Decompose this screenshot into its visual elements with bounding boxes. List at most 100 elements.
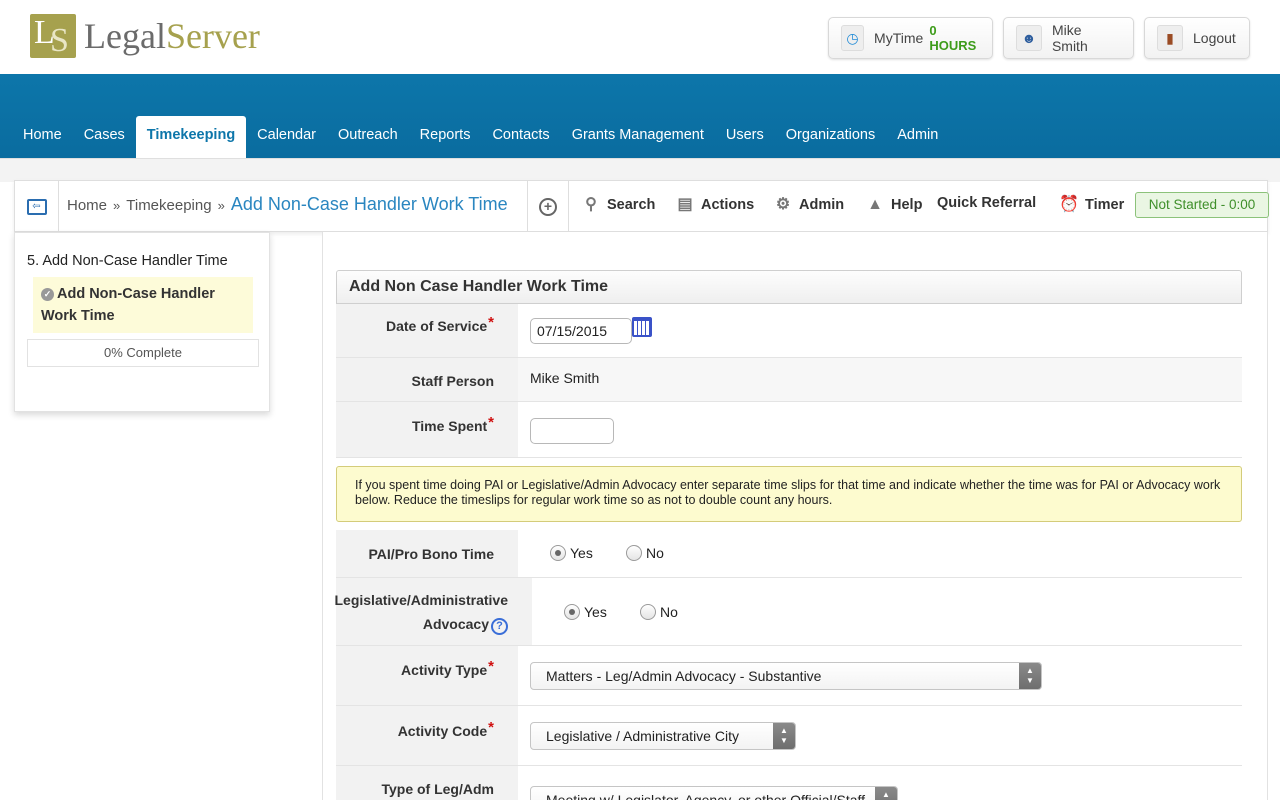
nav-organizations[interactable]: Organizations bbox=[775, 116, 886, 158]
plus-circle-icon: + bbox=[539, 198, 557, 216]
nav-calendar[interactable]: Calendar bbox=[246, 116, 327, 158]
nav-timekeeping[interactable]: Timekeeping bbox=[135, 116, 247, 158]
leg-adm-type-select[interactable]: Meeting w/ Legislator, Agency, or other … bbox=[530, 786, 898, 800]
select-arrows-icon: ▲▼ bbox=[773, 723, 795, 749]
radio-unselected-icon bbox=[626, 545, 642, 561]
pai-pro-bono-label: PAI/Pro Bono Time bbox=[368, 546, 495, 562]
sub-nav-bar bbox=[0, 158, 1280, 182]
pai-yes-label: Yes bbox=[570, 545, 593, 561]
pai-pro-bono-row: PAI/Pro Bono Time Yes No bbox=[336, 530, 1242, 578]
quick-referral-button[interactable]: Quick Referral bbox=[937, 195, 1036, 211]
mytime-hours: 0 HOURS bbox=[929, 23, 977, 53]
pai-yes-radio[interactable]: Yes bbox=[550, 545, 593, 561]
admin-button[interactable]: ⚙ Admin bbox=[773, 195, 844, 215]
help-question-icon[interactable]: ? bbox=[491, 618, 508, 635]
nav-users[interactable]: Users bbox=[715, 116, 775, 158]
add-button[interactable]: + bbox=[527, 181, 569, 233]
magnifier-icon: ⚲ bbox=[585, 196, 597, 213]
select-arrows-icon: ▲▼ bbox=[875, 787, 897, 800]
page-title: Add Non-Case Handler Work Time bbox=[230, 194, 508, 214]
quick-referral-label: Quick Referral bbox=[937, 195, 1037, 211]
legislative-yes-label: Yes bbox=[584, 604, 607, 620]
user-avatar-icon: ☻ bbox=[1016, 25, 1042, 51]
logo-mark-icon: LS bbox=[30, 14, 76, 59]
actions-label: Actions bbox=[701, 197, 755, 213]
pai-no-radio[interactable]: No bbox=[626, 545, 664, 561]
legislative-advocacy-label-2: Advocacy bbox=[422, 616, 489, 632]
radio-selected-icon bbox=[550, 545, 566, 561]
form-title: Add Non Case Handler Work Time bbox=[336, 270, 1242, 304]
help-bell-icon: ▲ bbox=[867, 196, 883, 213]
radio-selected-icon bbox=[564, 604, 580, 620]
date-of-service-row: Date of Service* bbox=[336, 304, 1242, 358]
user-profile-button[interactable]: ☻ Mike Smith bbox=[1003, 17, 1134, 59]
search-button[interactable]: ⚲ Search bbox=[581, 195, 655, 215]
breadcrumb-separator: » bbox=[217, 198, 225, 213]
legislative-no-label: No bbox=[660, 604, 678, 620]
select-arrows-icon: ▲▼ bbox=[1019, 663, 1041, 689]
check-circle-icon: ✓ bbox=[41, 288, 54, 301]
time-spent-input[interactable] bbox=[530, 418, 614, 444]
nav-admin[interactable]: Admin bbox=[886, 116, 949, 158]
nav-cases[interactable]: Cases bbox=[73, 116, 136, 158]
logo-text-server: Server bbox=[165, 16, 260, 56]
legislative-advocacy-label-1: Legislative/Administrative bbox=[334, 592, 508, 608]
staff-person-value: Mike Smith bbox=[530, 370, 600, 386]
mytime-button[interactable]: ◷ MyTime 0 HOURS bbox=[828, 17, 993, 59]
nav-home[interactable]: Home bbox=[12, 116, 73, 158]
search-label: Search bbox=[607, 197, 656, 213]
advocacy-notice: If you spent time doing PAI or Legislati… bbox=[336, 466, 1242, 522]
nav-contacts[interactable]: Contacts bbox=[481, 116, 560, 158]
legislative-yes-radio[interactable]: Yes bbox=[564, 604, 607, 620]
door-icon: ▮ bbox=[1157, 25, 1183, 51]
clock-icon: ◷ bbox=[841, 25, 865, 51]
breadcrumb-home[interactable]: Home bbox=[67, 197, 107, 214]
calendar-icon[interactable] bbox=[632, 317, 652, 337]
mytime-label: MyTime bbox=[874, 30, 924, 46]
legislative-advocacy-row: Legislative/Administrative Advocacy? Yes… bbox=[334, 578, 1242, 646]
staff-person-label: Staff Person bbox=[411, 373, 494, 389]
breadcrumb: Home » Timekeeping » Add Non-Case Handle… bbox=[67, 194, 508, 215]
activity-code-select[interactable]: Legislative / Administrative City ▲ ▼ bbox=[530, 722, 796, 750]
activity-type-select[interactable]: Matters - Leg/Admin Advocacy - Substanti… bbox=[530, 662, 1042, 690]
time-spent-row: Time Spent* bbox=[336, 402, 1242, 458]
help-label: Help bbox=[891, 197, 923, 213]
activity-type-value: Matters - Leg/Admin Advocacy - Substanti… bbox=[546, 668, 822, 684]
main-content: Add Non Case Handler Work Time Date of S… bbox=[322, 232, 1268, 800]
required-marker: * bbox=[488, 414, 494, 431]
collapse-panel-icon: ⇦ bbox=[26, 199, 47, 215]
admin-gear-icon: ⚙ bbox=[775, 196, 791, 213]
workflow-title: 5. Add Non-Case Handler Time bbox=[27, 253, 228, 269]
activity-code-value: Legislative / Administrative City bbox=[546, 728, 739, 744]
nav-outreach[interactable]: Outreach bbox=[327, 116, 409, 158]
help-button[interactable]: ▲ Help bbox=[865, 195, 922, 215]
activity-type-label: Activity Type bbox=[401, 662, 488, 678]
workflow-step-current[interactable]: ✓ Add Non-Case Handler Work Time bbox=[33, 277, 253, 333]
timer-status-badge[interactable]: Not Started - 0:00 bbox=[1135, 192, 1269, 218]
alarm-clock-icon: ⏰ bbox=[1059, 196, 1079, 213]
nav-reports[interactable]: Reports bbox=[409, 116, 482, 158]
workflow-step-label: Add Non-Case Handler Work Time bbox=[41, 286, 215, 324]
timer-button[interactable]: ⏰ Timer bbox=[1059, 195, 1124, 215]
logo-text-legal: Legal bbox=[84, 16, 166, 56]
required-marker: * bbox=[488, 719, 494, 736]
actions-button[interactable]: ▤ Actions bbox=[675, 195, 754, 215]
sidebar-toggle-button[interactable]: ⇦ bbox=[15, 181, 59, 233]
nav-grants-management[interactable]: Grants Management bbox=[561, 116, 715, 158]
date-of-service-label: Date of Service bbox=[385, 318, 488, 334]
radio-unselected-icon bbox=[640, 604, 656, 620]
progress-indicator: 0% Complete bbox=[27, 339, 259, 367]
breadcrumb-separator: » bbox=[113, 198, 121, 213]
app-header: LS LegalServer ◷ MyTime 0 HOURS ☻ Mike S… bbox=[0, 0, 1280, 74]
legalserver-logo[interactable]: LS LegalServer bbox=[30, 14, 260, 59]
date-of-service-input[interactable] bbox=[530, 318, 632, 344]
breadcrumb-timekeeping[interactable]: Timekeeping bbox=[126, 197, 211, 214]
document-add-icon: ▤ bbox=[677, 196, 693, 213]
logout-label: Logout bbox=[1193, 30, 1236, 46]
user-name: Mike Smith bbox=[1051, 22, 1088, 54]
legislative-no-radio[interactable]: No bbox=[640, 604, 678, 620]
pai-no-label: No bbox=[646, 545, 664, 561]
activity-type-row: Activity Type* Matters - Leg/Admin Advoc… bbox=[336, 646, 1242, 706]
leg-adm-type-row: Type of Leg/Adm Meeting w/ Legislator, A… bbox=[336, 766, 1242, 800]
logout-button[interactable]: ▮ Logout bbox=[1144, 17, 1250, 59]
